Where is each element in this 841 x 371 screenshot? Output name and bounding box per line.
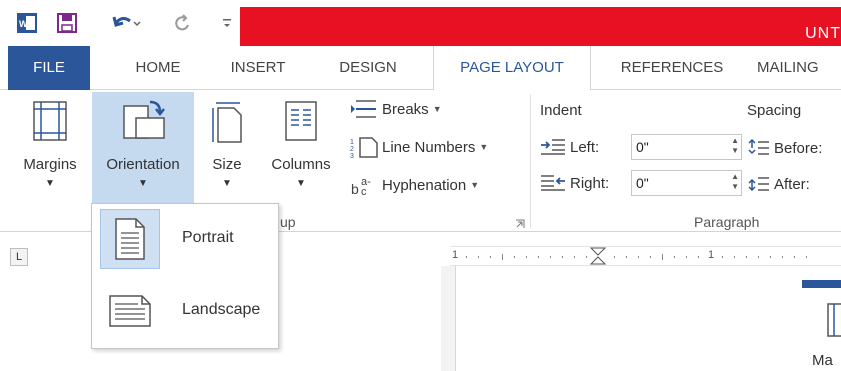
chevron-down-icon: ▼ [45,178,55,189]
columns-label: Columns [271,156,331,173]
ruler-mark: 1 [708,249,715,261]
spacing-after-icon [748,177,769,192]
orientation-portrait-item[interactable]: Portrait [97,206,273,270]
customize-qat-icon[interactable] [220,8,234,38]
margins-icon [33,101,67,141]
hyphenation-button[interactable]: b a- c Hyphenation ▼ [350,174,479,196]
left-strip: L [0,233,38,371]
tab-home[interactable]: HOME [112,46,204,90]
indent-left-value: 0" [636,139,649,155]
dialog-launcher-icon[interactable] [514,217,526,229]
after-label-text: After: [774,175,810,193]
indent-right-label: Right: [540,174,609,192]
save-icon[interactable] [52,8,82,38]
line-numbers-label: Line Numbers [382,138,476,156]
portrait-label: Portrait [182,229,234,246]
ribbon-tabs: FILE HOME INSERT DESIGN PAGE LAYOUT REFE… [0,46,841,91]
page-accent-bar [802,280,841,288]
size-button[interactable]: Size ▼ [200,92,254,204]
breaks-label: Breaks [382,100,429,118]
spacing-before-icon [748,138,769,155]
svg-text:2: 2 [350,146,354,153]
chevron-down-icon: ▼ [479,142,489,152]
svg-text:c: c [361,186,367,196]
chevron-down-icon: ▼ [222,178,232,189]
orientation-landscape-item[interactable]: Landscape [97,278,273,342]
orientation-button[interactable]: Orientation ▼ [92,92,194,204]
window-title: UNT [805,25,841,42]
tab-mailings[interactable]: MAILING [757,46,841,90]
ruler-ticks [466,247,807,265]
chevron-down-icon: ▼ [296,178,306,189]
indent-right-input[interactable]: 0" ▲ ▼ [631,170,742,196]
tab-stop-selector[interactable]: L [10,248,28,266]
redo-icon[interactable] [168,8,198,38]
spin-arrows-icon[interactable]: ▲ ▼ [731,136,739,156]
document-page[interactable]: Ma [455,266,841,371]
spacing-after-label: After: [748,174,810,194]
indent-right-value: 0" [636,175,649,191]
indent-left-label: Left: [540,138,599,156]
landscape-label: Landscape [182,301,261,318]
tab-references[interactable]: REFERENCES [603,46,741,90]
landscape-icon [100,281,160,341]
right-label-text: Right: [570,174,610,192]
breaks-icon [351,100,376,118]
size-label: Size [212,156,242,173]
tab-file[interactable]: FILE [8,46,90,90]
size-icon [212,102,242,143]
paragraph-group-label: Paragraph [694,214,760,230]
page-setup-group-label: up [280,214,296,230]
hyphenation-icon: b a- c [351,176,371,196]
orientation-label: Orientation [106,156,180,173]
page-partial-text: Ma [812,352,833,369]
ruler-mark: 1 [452,249,459,261]
group-separator [530,94,531,228]
tab-insert[interactable]: INSERT [212,46,304,90]
indent-right-icon [541,175,565,191]
spacing-before-label: Before: [748,138,822,158]
columns-icon [285,101,317,141]
svg-text:W: W [19,19,28,29]
portrait-icon [100,209,160,269]
svg-text:3: 3 [350,153,354,158]
line-numbers-button[interactable]: 1 2 3 Line Numbers ▼ [350,136,488,158]
chevron-down-icon: ▼ [470,180,480,190]
tab-design[interactable]: DESIGN [318,46,418,90]
horizontal-ruler[interactable]: 1 1 [450,246,841,266]
margins-button[interactable]: Margins ▼ [10,92,90,204]
word-app-icon[interactable]: W [14,8,40,38]
spacing-heading: Spacing [747,102,802,119]
svg-text:1: 1 [350,139,354,146]
undo-button[interactable] [94,8,160,38]
margins-label: Margins [23,156,77,173]
margins-icon [827,303,841,337]
indent-heading: Indent [540,102,582,119]
chevron-down-icon: ▼ [138,178,148,189]
title-bar: W UNT [0,0,841,46]
before-label-text: Before: [774,139,823,157]
chevron-down-icon: ▼ [432,104,442,114]
tab-page-layout[interactable]: PAGE LAYOUT [433,46,591,91]
breaks-button[interactable]: Breaks ▼ [350,98,442,120]
indent-left-icon [541,139,565,155]
svg-text:b: b [351,181,359,196]
columns-button[interactable]: Columns ▼ [260,92,342,204]
page-gap [441,266,455,371]
spin-arrows-icon[interactable]: ▲ ▼ [731,172,739,192]
title-band: UNT [240,7,841,46]
indent-left-input[interactable]: 0" ▲ ▼ [631,134,742,160]
orientation-icon [123,100,165,139]
orientation-menu: Portrait Landscape [91,203,279,349]
hyphenation-label: Hyphenation [382,176,467,194]
line-numbers-icon: 1 2 3 [350,137,378,158]
left-label-text: Left: [570,138,600,156]
